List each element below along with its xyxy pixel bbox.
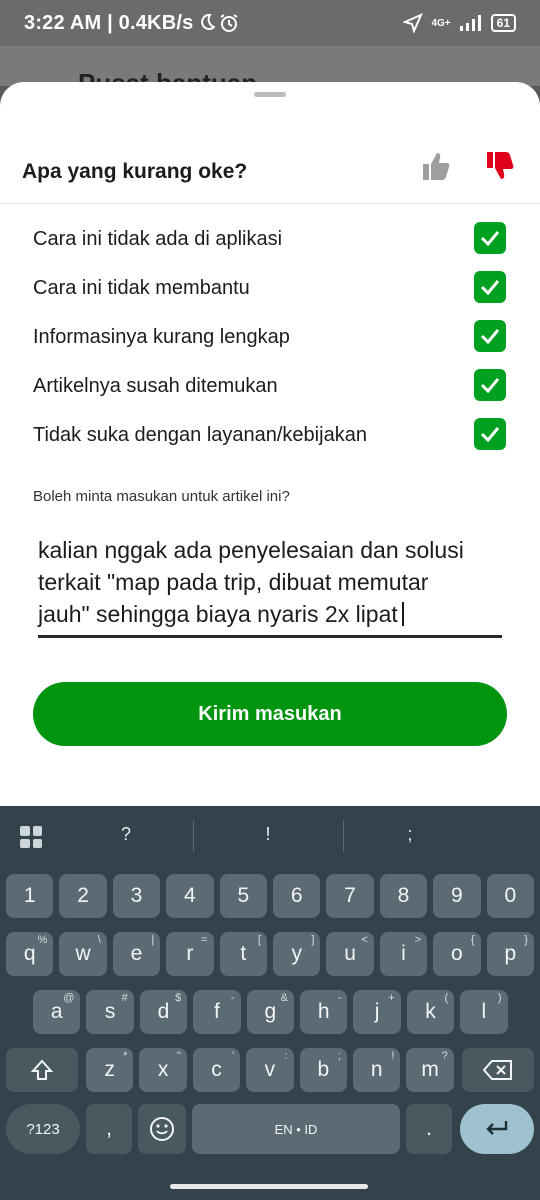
- key-7[interactable]: 7: [326, 874, 374, 918]
- emoji-key[interactable]: [138, 1104, 186, 1154]
- key-4[interactable]: 4: [166, 874, 214, 918]
- key-t[interactable]: t[: [219, 932, 267, 976]
- checkbox-checked[interactable]: [474, 222, 506, 254]
- gesture-nav-bar[interactable]: [170, 1184, 368, 1189]
- reason-label: Informasinya kurang lengkap: [33, 326, 290, 348]
- submit-feedback-button[interactable]: Kirim masukan: [33, 682, 507, 746]
- check-icon: [480, 329, 500, 344]
- key-u[interactable]: u <: [326, 932, 374, 976]
- key-g[interactable]: g &: [246, 990, 294, 1034]
- backspace-key[interactable]: [462, 1048, 534, 1092]
- key-s[interactable]: s #: [86, 990, 134, 1034]
- feedback-textarea[interactable]: kalian nggak ada penyelesaian dan solusi…: [38, 534, 502, 638]
- key-o[interactable]: o{: [433, 932, 481, 976]
- key-2[interactable]: 2: [59, 874, 107, 918]
- status-bar: 3:22 AM | 0.4KB/s 4G+ 61: [0, 0, 540, 46]
- sheet-header: Apa yang kurang oke?: [0, 132, 540, 204]
- key-8[interactable]: 8: [379, 874, 428, 918]
- feedback-sheet: Apa yang kurang oke? Cara ini tidak ada …: [0, 82, 540, 806]
- key-n[interactable]: n!: [353, 1048, 401, 1092]
- key-0[interactable]: 0: [486, 874, 534, 918]
- key-a[interactable]: a @: [33, 990, 81, 1034]
- feedback-line: jauh" sehingga biaya nyaris 2x lipat: [38, 601, 398, 627]
- key-9[interactable]: 9: [433, 874, 481, 918]
- key-f[interactable]: f-: [193, 990, 241, 1034]
- key-w[interactable]: w \: [59, 932, 107, 976]
- key-r[interactable]: r =: [166, 932, 214, 976]
- checkbox-checked[interactable]: [474, 369, 506, 401]
- feedback-line: terkait "map pada trip, dibuat memutar: [38, 569, 429, 595]
- key-l[interactable]: l): [460, 990, 508, 1034]
- reason-option[interactable]: Informasinya kurang lengkap: [0, 318, 540, 367]
- key-y[interactable]: y]: [273, 932, 321, 976]
- shift-icon: [30, 1059, 54, 1080]
- key-e[interactable]: e |: [112, 932, 161, 976]
- enter-key[interactable]: [460, 1104, 534, 1154]
- signal-icon: [459, 15, 481, 31]
- key-1[interactable]: 1: [6, 874, 54, 918]
- key-i[interactable]: i >: [379, 932, 428, 976]
- location-icon: [403, 13, 424, 33]
- apps-grid-icon[interactable]: [20, 826, 42, 848]
- key-m[interactable]: m?: [406, 1048, 454, 1092]
- backspace-icon: [483, 1060, 512, 1080]
- enter-icon: [486, 1121, 508, 1135]
- key-j[interactable]: j +: [353, 990, 401, 1034]
- key-z[interactable]: z *: [86, 1048, 134, 1092]
- key-k[interactable]: k(: [406, 990, 455, 1034]
- key-3[interactable]: 3: [112, 874, 161, 918]
- text-cursor: [401, 602, 404, 626]
- symbols-key[interactable]: ?123: [6, 1104, 80, 1154]
- suggestion-item[interactable]: !: [248, 824, 288, 845]
- key-d[interactable]: d $: [139, 990, 188, 1034]
- key-5[interactable]: 5: [219, 874, 267, 918]
- reason-label: Tidak suka dengan layanan/kebijakan: [33, 424, 367, 446]
- moon-icon: [201, 13, 216, 30]
- suggestion-item[interactable]: ?: [106, 824, 146, 845]
- background-page: ← Pusat bantuan: [0, 46, 540, 100]
- check-icon: [480, 378, 500, 393]
- key-b[interactable]: b;: [299, 1048, 347, 1092]
- checkbox-checked[interactable]: [474, 271, 506, 303]
- key-x[interactable]: x ": [139, 1048, 187, 1092]
- network-type: 4G+: [431, 17, 451, 29]
- thumbs-up-icon[interactable]: [420, 150, 452, 182]
- reason-label: Cara ini tidak membantu: [33, 277, 250, 299]
- suggestion-item[interactable]: ;: [390, 824, 430, 845]
- alarm-icon: [220, 14, 238, 32]
- key-c[interactable]: c ': [192, 1048, 241, 1092]
- period-key[interactable]: .: [406, 1104, 452, 1154]
- reason-option[interactable]: Cara ini tidak ada di aplikasi: [0, 220, 540, 269]
- thumbs-down-icon[interactable]: [484, 150, 516, 182]
- shift-key[interactable]: [6, 1048, 78, 1092]
- key-v[interactable]: v:: [246, 1048, 294, 1092]
- key-6[interactable]: 6: [273, 874, 321, 918]
- feedback-line: kalian nggak ada penyelesaian dan solusi: [38, 537, 464, 563]
- reason-list: Cara ini tidak ada di aplikasi Cara ini …: [0, 220, 540, 465]
- feedback-prompt: Boleh minta masukan untuk artikel ini?: [33, 488, 290, 505]
- emoji-icon: [150, 1117, 174, 1141]
- battery-icon: 61: [490, 14, 516, 32]
- comma-key[interactable]: ,: [86, 1104, 132, 1154]
- reason-label: Artikelnya susah ditemukan: [33, 375, 278, 397]
- keyboard: ? ! ; 1 2 3 4 5 6 7 8 9 0 q% w \ e | r = t[y] u < i > o{p} a @ s #…: [0, 806, 540, 1200]
- reason-option[interactable]: Tidak suka dengan layanan/kebijakan: [0, 416, 540, 465]
- suggestion-bar: ? ! ;: [0, 806, 540, 866]
- key-p[interactable]: p}: [486, 932, 534, 976]
- reason-option[interactable]: Cara ini tidak membantu: [0, 269, 540, 318]
- checkbox-checked[interactable]: [474, 320, 506, 352]
- key-h[interactable]: h-: [300, 990, 348, 1034]
- check-icon: [480, 427, 500, 442]
- reason-label: Cara ini tidak ada di aplikasi: [33, 228, 283, 250]
- checkbox-checked[interactable]: [474, 418, 506, 450]
- reason-option[interactable]: Artikelnya susah ditemukan: [0, 367, 540, 416]
- check-icon: [480, 231, 500, 246]
- status-time: 3:22 AM | 0.4KB/s: [24, 11, 194, 34]
- drag-handle[interactable]: [254, 92, 286, 97]
- check-icon: [480, 280, 500, 295]
- space-key[interactable]: EN • ID: [192, 1104, 400, 1154]
- sheet-title: Apa yang kurang oke?: [22, 160, 248, 183]
- key-q[interactable]: q%: [6, 932, 54, 976]
